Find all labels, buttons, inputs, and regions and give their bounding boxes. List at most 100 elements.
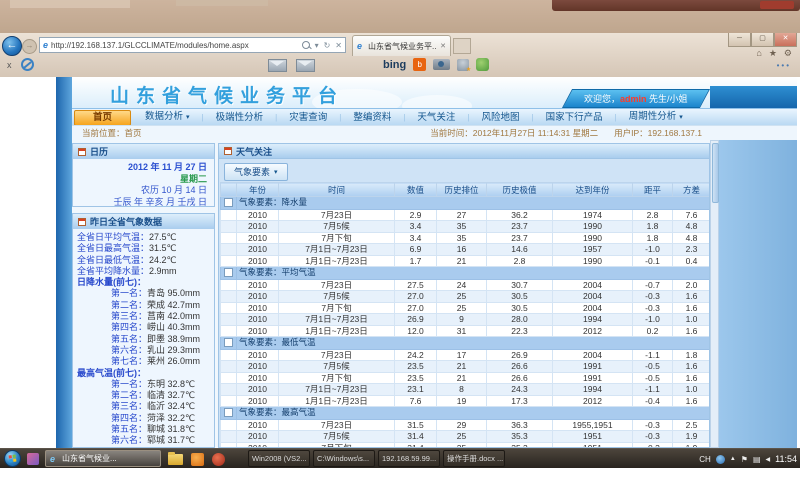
table-row[interactable]: 20107月下旬3.43523.719901.84.8: [221, 232, 711, 244]
table-toolbar: 气象要素 ▾: [219, 159, 709, 182]
page-scrollbar[interactable]: [710, 140, 719, 448]
cell: 1月1日~7月23日: [279, 255, 395, 267]
address-bar[interactable]: e http://192.168.137.1/GLCCLIMATE/module…: [39, 37, 346, 53]
blocked-content-icon[interactable]: [21, 58, 34, 71]
menu-item-8[interactable]: 国家下行产品: [534, 110, 615, 126]
table-row[interactable]: 20107月5候23.52126.61991-0.51.6: [221, 361, 711, 373]
menu-item-1[interactable]: 首页: [74, 110, 131, 126]
checkbox[interactable]: [224, 268, 233, 277]
flag-icon[interactable]: ⚑: [741, 455, 748, 464]
table-row[interactable]: 20107月下旬27.02530.52004-0.31.6: [221, 302, 711, 314]
tab-close-icon[interactable]: ✕: [440, 42, 446, 50]
menu-item-6[interactable]: 天气关注: [405, 110, 467, 126]
taskbar-window-button[interactable]: C:\Windows\s...: [313, 450, 375, 467]
rank-row: 第六名：郓城 31.7℃: [77, 435, 210, 446]
table-row[interactable]: 20101月1日~7月23日12.03122.320120.21.6: [221, 325, 711, 337]
row-checkbox-cell: [221, 361, 237, 373]
menu-item-9[interactable]: 周期性分析▾: [617, 109, 695, 126]
page-left-border: [56, 77, 72, 448]
pinned-app-icon[interactable]: [27, 453, 39, 465]
search-icon[interactable]: [302, 41, 310, 49]
favorites-person-icon[interactable]: [457, 59, 469, 71]
checkbox[interactable]: [224, 338, 233, 347]
table-row[interactable]: 20107月1日~7月23日23.1824.31994-1.11.0: [221, 384, 711, 396]
menu-item-5[interactable]: 整编资料: [341, 110, 403, 126]
cell: 7.6: [673, 209, 711, 221]
search-provider-icon[interactable]: b: [413, 58, 426, 71]
yesterday-panel-title: 昨日全省气象数据: [90, 215, 162, 228]
menu-item-4[interactable]: 灾害查询: [277, 110, 339, 126]
media-player-icon[interactable]: [191, 453, 204, 466]
maximize-button[interactable]: ▢: [751, 33, 774, 47]
rank-row: 第四名：菏泽 32.2℃: [77, 413, 210, 424]
table-row[interactable]: 20101月1日~7月23日7.61917.32012-0.41.6: [221, 395, 711, 407]
language-indicator[interactable]: CH: [699, 455, 711, 464]
addon-icon[interactable]: [476, 58, 489, 71]
cell: -1.0: [633, 314, 673, 326]
taskbar-window-button[interactable]: 192.168.59.99...: [378, 450, 440, 467]
stat-row: 全省日最低气温：24.2℃: [77, 255, 210, 266]
page-scrollbar-thumb[interactable]: [712, 143, 719, 203]
cell: 2.0: [673, 279, 711, 291]
taskbar-ie-button[interactable]: e 山东省气候业...: [45, 450, 161, 467]
cell: 1.6: [673, 291, 711, 303]
calendar-panel: 日历 2012 年 11 月 27 日 星期二 农历 10 月 14 日 壬辰 …: [72, 143, 215, 207]
cell: 7月5候: [279, 291, 395, 303]
cell: 24.2: [395, 349, 437, 361]
cell: 25: [437, 302, 487, 314]
cell: 24: [437, 279, 487, 291]
table-row[interactable]: 20107月23日31.52936.31955,1951-0.32.5: [221, 419, 711, 431]
tray-clock[interactable]: 11:54: [775, 454, 797, 464]
close-button[interactable]: ✕: [774, 33, 797, 47]
explorer-folder-icon[interactable]: [168, 454, 183, 465]
mail-icon[interactable]: [296, 59, 315, 72]
toolbar-overflow-icon[interactable]: •••: [777, 61, 791, 70]
mail-icon[interactable]: [268, 59, 287, 72]
browser-app-icon[interactable]: [212, 453, 225, 466]
element-dropdown-button[interactable]: 气象要素 ▾: [224, 163, 288, 181]
volume-icon[interactable]: ◀: [766, 456, 771, 463]
display-icon[interactable]: ▤: [753, 455, 761, 464]
menu-item-7[interactable]: 风险地图: [470, 110, 532, 126]
settings-gear-icon[interactable]: ⚙: [784, 48, 792, 59]
menu-item-3[interactable]: 极端性分析: [204, 110, 276, 126]
camera-icon[interactable]: [433, 59, 450, 70]
table-row[interactable]: 20107月5候31.42535.31951-0.31.9: [221, 431, 711, 443]
screen-bottom-margin: [0, 468, 800, 500]
minimize-button[interactable]: ─: [728, 33, 751, 47]
cell: -0.5: [633, 372, 673, 384]
table-row[interactable]: 20107月5候3.43523.719901.84.8: [221, 221, 711, 233]
checkbox[interactable]: [224, 198, 233, 207]
favorites-star-icon[interactable]: ★: [769, 48, 777, 59]
refresh-icon[interactable]: ↻: [324, 41, 331, 50]
home-icon[interactable]: ⌂: [756, 48, 761, 59]
bing-logo[interactable]: bing: [383, 59, 406, 71]
table-row[interactable]: 20107月23日2.92736.219742.87.6: [221, 209, 711, 221]
table-row[interactable]: 20107月23日27.52430.72004-0.72.0: [221, 279, 711, 291]
taskbar-window-button[interactable]: 操作手册.docx ...: [443, 450, 505, 467]
toolbar-close-icon[interactable]: x: [7, 60, 12, 70]
weather-focus-header: 天气关注: [218, 143, 710, 158]
taskbar-window-button[interactable]: Win2008 (VS2...: [248, 450, 310, 467]
table-row[interactable]: 20107月1日~7月23日26.9928.01994-1.01.0: [221, 314, 711, 326]
table-row[interactable]: 20107月下旬23.52126.61991-0.51.6: [221, 372, 711, 384]
menu-item-2[interactable]: 数据分析▾: [133, 109, 202, 126]
stop-icon[interactable]: ✕: [335, 41, 342, 50]
cell: 27: [437, 209, 487, 221]
table-row[interactable]: 20107月5候27.02530.52004-0.31.6: [221, 291, 711, 303]
autocomplete-dropdown-icon[interactable]: ▾: [315, 41, 319, 50]
checkbox[interactable]: [224, 408, 233, 417]
back-button[interactable]: ←: [2, 36, 22, 56]
url-text[interactable]: http://192.168.137.1/GLCCLIMATE/modules/…: [51, 41, 249, 50]
rank-row: 第一名：东明 32.8℃: [77, 379, 210, 390]
browser-tab[interactable]: e 山东省气候业务平... ✕: [352, 35, 451, 56]
table-row[interactable]: 20107月23日24.21726.92004-1.11.8: [221, 349, 711, 361]
new-tab-button[interactable]: [453, 38, 471, 54]
start-button[interactable]: [4, 450, 21, 467]
table-row[interactable]: 20107月1日~7月23日6.91614.61957-1.02.3: [221, 244, 711, 256]
cell: 2010: [237, 314, 279, 326]
hidden-icons-chevron[interactable]: ▲: [730, 456, 736, 462]
table-row[interactable]: 20101月1日~7月23日1.7212.81990-0.10.4: [221, 255, 711, 267]
forward-button[interactable]: →: [22, 39, 37, 54]
network-globe-icon[interactable]: [716, 455, 725, 464]
